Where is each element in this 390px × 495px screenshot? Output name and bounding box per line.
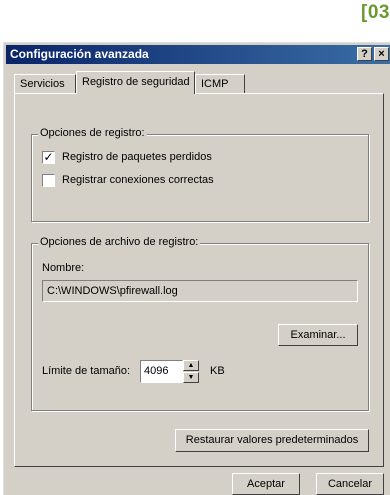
log-file-options-group: Opciones de archivo de registro: Nombre:… (31, 236, 369, 411)
log-dropped-packets-checkbox[interactable]: ✓ (42, 151, 55, 164)
tab-icmp[interactable]: ICMP (195, 74, 245, 93)
size-unit-label: KB (210, 365, 225, 377)
close-button[interactable]: × (374, 47, 389, 61)
log-successful-connections-checkbox[interactable] (42, 174, 55, 187)
log-successful-connections-label[interactable]: Registrar conexiones correctas (62, 174, 214, 186)
size-limit-label: Límite de tamaño: (42, 365, 131, 377)
help-button[interactable]: ? (357, 47, 372, 61)
tab-servicios[interactable]: Servicios (14, 74, 76, 93)
logging-options-group: Opciones de registro: ✓ Registro de paqu… (31, 127, 369, 222)
accept-button[interactable]: Aceptar (232, 473, 300, 495)
spin-up-arrow-icon[interactable]: ▲ (183, 360, 199, 371)
size-limit-input[interactable]: 4096 (140, 360, 183, 383)
tab-registro-de-seguridad[interactable]: Registro de seguridad (76, 71, 195, 94)
logging-options-legend: Opciones de registro: (38, 127, 147, 139)
window-title: Configuración avanzada (10, 47, 149, 61)
log-dropped-packets-label[interactable]: Registro de paquetes perdidos (62, 151, 212, 163)
tab-panel: Opciones de registro: ✓ Registro de paqu… (14, 93, 384, 467)
page-tag: [03 (361, 2, 390, 23)
title-bar[interactable]: Configuración avanzada ? × (6, 45, 390, 64)
dialog-window: Configuración avanzada ? × Servicios Reg… (3, 42, 390, 495)
file-name-field[interactable]: C:\WINDOWS\pfirewall.log (42, 280, 358, 302)
spin-down-arrow-icon[interactable]: ▼ (183, 372, 199, 383)
restore-defaults-button[interactable]: Restaurar valores predeterminados (175, 429, 369, 452)
file-name-label: Nombre: (42, 262, 85, 274)
browse-button[interactable]: Examinar... (278, 324, 358, 346)
log-file-options-legend: Opciones de archivo de registro: (38, 236, 201, 248)
cancel-button[interactable]: Cancelar (316, 473, 384, 495)
size-limit-spinner[interactable]: ▲ ▼ (183, 360, 199, 383)
